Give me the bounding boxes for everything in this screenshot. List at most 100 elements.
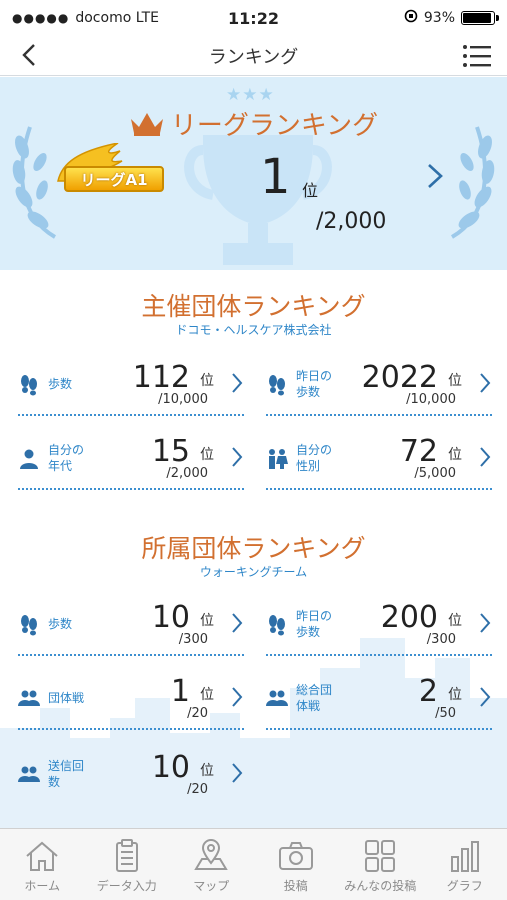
league-rank-total: /2,000 xyxy=(316,209,387,234)
league-rank-unit: 位 xyxy=(302,181,319,200)
battery-icon xyxy=(461,11,499,25)
group-icon xyxy=(18,690,40,706)
stat-value: 72 xyxy=(399,434,438,469)
stat-value: 112 xyxy=(132,360,190,395)
stat-total: /10,000 xyxy=(158,392,208,407)
list-menu-icon xyxy=(463,45,491,67)
stat-unit: 位 xyxy=(448,687,462,703)
tab-everyone-posts[interactable]: みんなの投稿 xyxy=(338,829,423,900)
footprints-icon xyxy=(21,375,37,396)
member-team-battle-rank[interactable]: 団体戦 1 位 /20 xyxy=(18,674,244,740)
gender-icon xyxy=(269,449,288,469)
dotted-divider xyxy=(18,414,244,416)
stat-total: /50 xyxy=(435,706,456,721)
grid-icon xyxy=(365,840,396,872)
battery-percent: 93% xyxy=(423,10,455,26)
chevron-right-icon[interactable] xyxy=(230,762,244,784)
footprints-icon xyxy=(269,375,285,396)
stat-unit: 位 xyxy=(448,613,462,629)
clipboard-icon xyxy=(115,839,138,872)
chevron-right-icon[interactable] xyxy=(230,686,244,708)
tab-label: マップ xyxy=(193,879,230,893)
chevron-right-icon[interactable] xyxy=(478,686,492,708)
map-pin-icon xyxy=(194,839,229,870)
league-ranking-card[interactable]: ★★★ リーグランキング リーグA1 1 位 /2,000 xyxy=(0,77,507,270)
bar-chart-icon xyxy=(450,841,479,872)
stat-label: 団体戦 xyxy=(48,691,85,705)
tab-label: ホーム xyxy=(24,879,61,893)
tab-post[interactable]: 投稿 xyxy=(254,829,339,900)
chevron-right-icon[interactable] xyxy=(478,372,492,394)
chevron-left-icon xyxy=(22,44,35,66)
host-gender-rank[interactable]: 自分の 性別 72 位 /5,000 xyxy=(266,434,492,500)
stat-total: /20 xyxy=(187,706,208,721)
stat-unit: 位 xyxy=(200,687,214,703)
battery-fill xyxy=(463,13,491,23)
stat-unit: 位 xyxy=(448,373,462,389)
camera-icon xyxy=(278,842,313,870)
carrier-label: docomo LTE xyxy=(75,10,159,26)
stat-value: 200 xyxy=(380,600,438,635)
tab-label: データ入力 xyxy=(96,879,157,893)
group-icon xyxy=(18,766,40,782)
orientation-lock-icon xyxy=(404,9,418,27)
host-org-section-header: 主催団体ランキング ドコモ・ヘルスケア株式会社 xyxy=(0,292,507,338)
stat-total: /300 xyxy=(426,632,456,647)
signal-strength: ●●●●● xyxy=(12,11,70,25)
tab-map[interactable]: マップ xyxy=(169,829,254,900)
member-yesterday-steps-rank[interactable]: 昨日の 歩数 200 位 /300 xyxy=(266,600,492,666)
member-steps-rank[interactable]: 歩数 10 位 /300 xyxy=(18,600,244,666)
tab-label: グラフ xyxy=(446,879,483,893)
member-org-title: 所属団体ランキング xyxy=(141,534,366,563)
member-send-count-rank[interactable]: 送信回数 10 位 /20 xyxy=(18,750,244,816)
stat-total: /10,000 xyxy=(406,392,456,407)
chevron-right-icon[interactable] xyxy=(478,612,492,634)
host-org-title: 主催団体ランキング xyxy=(141,292,366,321)
league-badge: リーグA1 xyxy=(64,166,164,192)
stat-total: /20 xyxy=(187,782,208,797)
footprints-icon xyxy=(269,615,285,636)
stat-value: 1 xyxy=(170,674,190,709)
chevron-right-icon[interactable] xyxy=(478,446,492,468)
stat-label: 歩数 xyxy=(48,377,73,391)
tab-graph[interactable]: グラフ xyxy=(423,829,507,900)
stat-value: 10 xyxy=(151,750,190,785)
stat-total: /2,000 xyxy=(166,466,208,481)
host-steps-rank[interactable]: 歩数 112 位 /10,000 xyxy=(18,360,244,426)
host-age-group-rank[interactable]: 自分の 年代 15 位 /2,000 xyxy=(18,434,244,500)
dotted-divider xyxy=(18,728,244,730)
page-title: ランキング xyxy=(208,46,299,68)
tab-label: 投稿 xyxy=(283,879,308,893)
footprints-icon xyxy=(21,615,37,636)
stat-unit: 位 xyxy=(448,447,462,463)
stat-unit: 位 xyxy=(200,763,214,779)
chevron-right-icon[interactable] xyxy=(230,446,244,468)
stat-unit: 位 xyxy=(200,613,214,629)
stat-label: 歩数 xyxy=(48,617,73,631)
dotted-divider xyxy=(266,654,492,656)
stat-label: 自分の 性別 xyxy=(296,443,333,473)
stat-value: 2 xyxy=(418,674,438,709)
back-button[interactable] xyxy=(14,40,44,70)
member-overall-team-battle-rank[interactable]: 総合団 体戦 2 位 /50 xyxy=(266,674,492,740)
menu-button[interactable] xyxy=(461,42,493,70)
chevron-right-icon[interactable] xyxy=(230,372,244,394)
chevron-right-icon[interactable] xyxy=(230,612,244,634)
person-icon xyxy=(20,449,38,469)
stat-total: /5,000 xyxy=(414,466,456,481)
stat-label: 総合団 体戦 xyxy=(296,683,333,713)
stat-unit: 位 xyxy=(200,447,214,463)
dotted-divider xyxy=(266,488,492,490)
league-rank: 1 xyxy=(260,149,291,205)
league-title: リーグランキング xyxy=(170,111,379,141)
stat-value: 10 xyxy=(151,600,190,635)
stat-value: 15 xyxy=(151,434,190,469)
bottom-tab-bar: ホーム データ入力 マップ 投稿 みんなの投稿 グラフ xyxy=(0,828,507,900)
status-bar: ●●●●● docomo LTE 11:22 93% xyxy=(0,0,507,36)
stat-label: 自分の 年代 xyxy=(48,443,85,473)
chevron-right-icon[interactable] xyxy=(424,163,446,189)
tab-data-entry[interactable]: データ入力 xyxy=(85,829,170,900)
tab-home[interactable]: ホーム xyxy=(0,829,85,900)
host-yesterday-steps-rank[interactable]: 昨日の 歩数 2022 位 /10,000 xyxy=(266,360,492,426)
stat-value: 2022 xyxy=(361,360,438,395)
